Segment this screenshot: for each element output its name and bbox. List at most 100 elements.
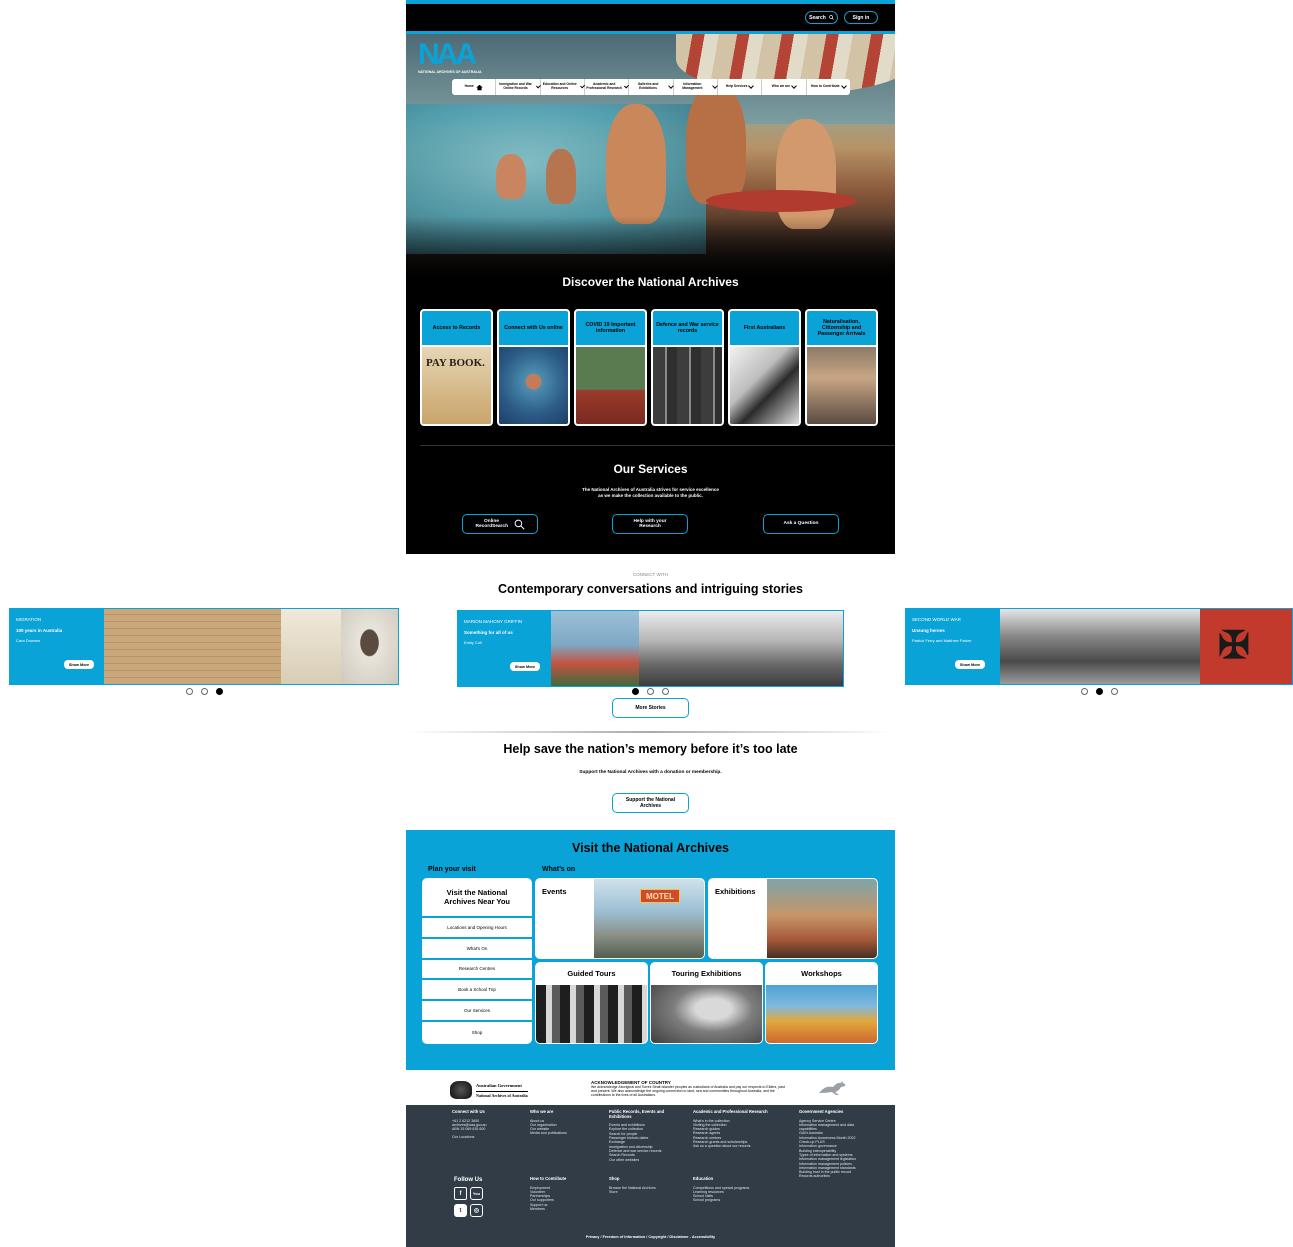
plan-item-whats-on[interactable]: What's On: [422, 939, 532, 960]
footer-link[interactable]: Our other websites: [609, 1158, 681, 1162]
nav-item-label: Education and Online Resources: [542, 82, 577, 90]
legal-links[interactable]: Privacy / Freedom of Information / Copyr…: [406, 1235, 895, 1239]
footer-link[interactable]: Media and publications: [530, 1131, 600, 1135]
show-more-button[interactable]: Show More: [510, 662, 540, 671]
story-headline: 100 years in Australia: [16, 628, 63, 633]
story-card-ww2[interactable]: SECOND WORLD WAR Unsung heroes Patrick F…: [905, 608, 1293, 685]
carousel-dot-active[interactable]: [632, 688, 639, 695]
footer-link[interactable]: Ask us a question about our records: [693, 1144, 783, 1148]
plan-heading: Visit the National Archives Near You: [422, 878, 532, 918]
nav-item-help[interactable]: Help Services: [718, 79, 763, 95]
nav-item-label: Who we are: [771, 84, 791, 89]
card-first-australians[interactable]: First Australians: [728, 309, 801, 426]
plan-item-school-trip[interactable]: Book a School Trip: [422, 980, 532, 1002]
story-card-griffin[interactable]: MARION MAHONY GRIFFIN Something for all …: [457, 610, 844, 687]
story-image: [341, 609, 398, 684]
carousel-dot[interactable]: [662, 688, 669, 695]
plan-item-services[interactable]: Our Services: [422, 1001, 532, 1022]
plan-item-research-centres[interactable]: Research Centres: [422, 960, 532, 981]
logo-mark: NAA: [418, 38, 477, 71]
card-access-records[interactable]: Access to Records PAY BOOK.: [420, 309, 493, 426]
card-naturalisation[interactable]: Naturalisation, Citizenship and Passenge…: [805, 309, 878, 426]
footer-link[interactable]: Information management and data capabili…: [799, 1123, 863, 1132]
plan-item-locations[interactable]: Locations and Opening Hours: [422, 918, 532, 939]
tile-touring-exhibitions[interactable]: Touring Exhibitions: [650, 962, 763, 1044]
card-defence-records[interactable]: Defence and War service records: [651, 309, 724, 426]
story-tag: MIGRATION: [16, 617, 42, 622]
discover-title: Discover the National Archives: [562, 275, 739, 289]
story-card-migration[interactable]: MIGRATION 100 years in Australia Cara Do…: [9, 608, 399, 685]
nav-item-galleries[interactable]: Galleries and Exhibitions: [629, 79, 674, 95]
button-label: Help with your Research: [633, 518, 667, 530]
button-label: Support the National Archives: [625, 797, 676, 809]
nav-item-contribute[interactable]: How to Contribute: [807, 79, 850, 95]
tile-image: [767, 879, 877, 958]
instagram-icon[interactable]: ◎: [470, 1204, 483, 1217]
carousel-dot[interactable]: [647, 688, 654, 695]
help-research-button[interactable]: Help with your Research: [612, 514, 688, 534]
nav-item-label: Home: [464, 84, 474, 89]
carousel-dots: [186, 688, 223, 695]
nav-item-home[interactable]: Home: [452, 79, 497, 95]
story-author: Patrick Ferry and Matthew Parker: [912, 638, 972, 643]
footer-heading: Education: [693, 1176, 714, 1181]
card-covid-information[interactable]: COVID 19 Important information: [574, 309, 647, 426]
card-image: [807, 345, 876, 424]
footer-link[interactable]: Members: [530, 1207, 600, 1211]
tile-label: Events: [542, 887, 567, 896]
footer-col-who: Who we are About us Our organisation Our…: [530, 1109, 600, 1136]
nav-item-immigration[interactable]: Immigration and War Online Records: [496, 79, 541, 95]
footer-col-contribute: How to Contribute Employment Volunteer P…: [530, 1176, 600, 1211]
facebook-icon[interactable]: f: [454, 1187, 467, 1200]
search-button[interactable]: Search: [805, 11, 838, 24]
carousel-dot[interactable]: [1111, 688, 1118, 695]
search-icon: [829, 15, 834, 20]
tile-exhibitions[interactable]: Exhibitions: [708, 878, 878, 959]
tile-events[interactable]: Events MOTEL: [535, 878, 705, 959]
footer-link[interactable]: Store: [609, 1190, 681, 1194]
ask-question-button[interactable]: Ask a Question: [763, 514, 839, 534]
help-subtitle: Support the National Archives with a don…: [579, 770, 722, 775]
story-author: Cara Downes: [16, 638, 41, 643]
nav-item-label: Academic and Professional Research: [586, 82, 622, 90]
carousel-dot[interactable]: [201, 688, 208, 695]
pay-book-text: PAY BOOK.: [426, 357, 485, 369]
tile-guided-tours[interactable]: Guided Tours: [535, 962, 648, 1044]
nav-item-information[interactable]: Information Management: [674, 79, 718, 95]
more-stories-button[interactable]: More Stories: [612, 698, 689, 718]
tile-image: MOTEL: [594, 879, 704, 958]
sign-in-button[interactable]: Sign in: [844, 11, 878, 24]
twitter-icon[interactable]: t: [454, 1204, 467, 1217]
nav-item-education[interactable]: Education and Online Resources: [541, 79, 585, 95]
carousel-dot-active[interactable]: [1096, 688, 1103, 695]
story-headline: Something for all of us: [464, 630, 513, 635]
youtube-icon[interactable]: You: [470, 1187, 483, 1200]
australian-government-logo[interactable]: Australian Government National Archives …: [450, 1080, 540, 1100]
carousel-dot[interactable]: [186, 688, 193, 695]
show-more-button[interactable]: Show More: [955, 660, 985, 669]
nav-item-academic[interactable]: Academic and Professional Research: [585, 79, 630, 95]
support-button[interactable]: Support the National Archives: [612, 793, 689, 813]
card-connect-online[interactable]: Connect with Us online: [497, 309, 570, 426]
gov-logo-line1: Australian Government: [476, 1083, 522, 1088]
naa-logo[interactable]: NAA NATIONAL ARCHIVES OF AUSTRALIA: [418, 40, 488, 76]
online-recordsearch-button[interactable]: Online RecordSearch: [462, 514, 538, 534]
footer-link[interactable]: Information management legislation: [799, 1157, 863, 1161]
carousel-dot[interactable]: [1081, 688, 1088, 695]
card-image: [730, 345, 799, 424]
story-image: ✠: [1200, 609, 1292, 684]
section-divider: [420, 445, 895, 446]
nav-item-label: Immigration and War Online Records: [499, 82, 532, 90]
show-more-button[interactable]: Show More: [64, 660, 94, 669]
tile-workshops[interactable]: Workshops: [765, 962, 878, 1044]
footer-link[interactable]: Our Locations: [452, 1135, 522, 1139]
footer-heading: Shop: [609, 1176, 620, 1181]
carousel-dot-active[interactable]: [216, 688, 223, 695]
chevron-down-icon: [840, 83, 847, 89]
gov-logo-line2: National Archives of Australia: [476, 1091, 528, 1098]
footer-link[interactable]: School programs: [693, 1198, 783, 1202]
card-label: COVID 19 Important information: [585, 322, 636, 334]
plan-item-shop[interactable]: Shop: [422, 1022, 532, 1043]
footer-link[interactable]: Records authorities: [799, 1174, 863, 1178]
nav-item-who[interactable]: Who we are: [762, 79, 807, 95]
